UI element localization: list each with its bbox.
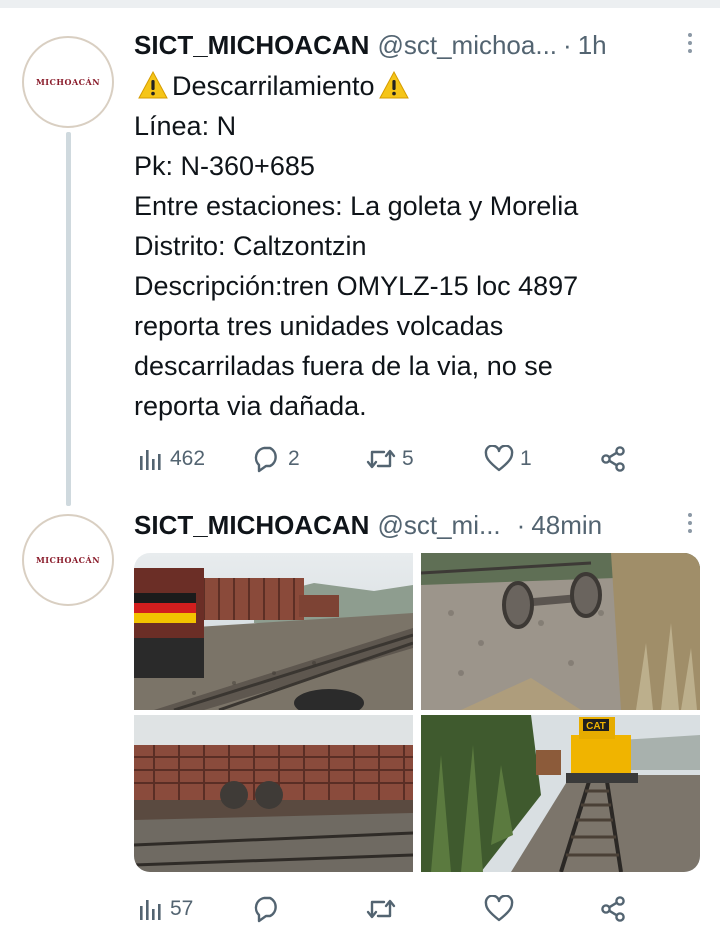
- text-line: Descripción:tren OMYLZ-15 loc 4897: [134, 271, 579, 301]
- reply-icon: [254, 896, 277, 923]
- display-name[interactable]: SICT_MICHOACAN: [134, 30, 369, 61]
- photo-2-image: [421, 553, 700, 710]
- avatar-logo-text: MICHOACÁN: [35, 555, 101, 565]
- tweet-1[interactable]: MICHOACÁN SICT_MICHOACAN @sct_michoa... …: [0, 0, 720, 506]
- like-icon: [484, 895, 514, 922]
- photo-overturned-wagons[interactable]: [134, 715, 413, 872]
- photo-crane-on-track[interactable]: CAT: [421, 715, 700, 872]
- views-icon: [140, 450, 161, 470]
- views-count: 57: [170, 897, 194, 920]
- retweet-icon: [366, 449, 396, 469]
- photo-wheelset[interactable]: [421, 553, 700, 710]
- reply-icon: [254, 446, 277, 473]
- photo-1-image: [134, 553, 413, 710]
- avatar[interactable]: MICHOACÁN: [22, 514, 114, 606]
- views-count: 462: [170, 447, 206, 470]
- views-button[interactable]: 462: [138, 442, 205, 476]
- retweet-button[interactable]: 5: [366, 442, 414, 476]
- like-button[interactable]: [484, 892, 514, 926]
- like-count: 1: [520, 447, 532, 470]
- timestamp[interactable]: 1h: [578, 30, 607, 61]
- photo-3-image: [134, 715, 413, 872]
- warning-icon: [138, 71, 168, 99]
- views-button[interactable]: 57: [138, 892, 193, 926]
- text-line: Pk: N-360+685: [134, 151, 315, 181]
- user-handle[interactable]: @sct_michoa...: [377, 30, 557, 61]
- reply-button[interactable]: 2: [252, 442, 300, 476]
- more-icon[interactable]: [686, 510, 694, 540]
- share-button[interactable]: [600, 892, 628, 926]
- warning-icon: [378, 71, 409, 99]
- tweet-text: Descarrilamiento Línea: N Pk: N-360+685 …: [134, 66, 694, 426]
- tweet-header: SICT_MICHOACAN @sct_mi... · 48min: [134, 508, 694, 542]
- text-line: reporta tres unidades volcadas: [134, 311, 504, 341]
- like-button[interactable]: 1: [484, 442, 532, 476]
- more-icon[interactable]: [686, 30, 694, 60]
- share-button[interactable]: [600, 442, 628, 476]
- text-line: Entre estaciones: La goleta y Morelia: [134, 191, 579, 221]
- text-line: reporta via dañada.: [134, 391, 367, 421]
- reply-count: 2: [288, 447, 300, 470]
- retweet-button[interactable]: [366, 892, 396, 926]
- text-line: Distrito: Caltzontzin: [134, 231, 367, 261]
- avatar[interactable]: MICHOACÁN: [22, 36, 114, 128]
- photo-4-image: CAT: [421, 715, 700, 872]
- thread-line: [66, 132, 71, 506]
- retweet-icon: [366, 899, 396, 919]
- retweet-count: 5: [402, 447, 414, 470]
- user-handle[interactable]: @sct_mi...: [377, 510, 500, 541]
- separator-dot: ·: [563, 29, 572, 60]
- photo-derailed-wagons[interactable]: [134, 553, 413, 710]
- share-icon: [601, 446, 625, 472]
- tweet-header: SICT_MICHOACAN @sct_michoa... · 1h: [134, 28, 694, 62]
- avatar-logo-text: MICHOACÁN: [35, 77, 101, 87]
- tweet-actions: 57: [134, 892, 634, 926]
- text-line-title: Descarrilamiento: [134, 66, 694, 106]
- text-line: Línea: N: [134, 111, 237, 141]
- share-icon: [601, 896, 625, 922]
- tweet-actions: 462 2 5 1: [134, 442, 634, 476]
- photo-grid: CAT: [134, 553, 700, 872]
- display-name[interactable]: SICT_MICHOACAN: [134, 510, 369, 541]
- crane-logo-text: CAT: [586, 721, 606, 732]
- timestamp[interactable]: 48min: [531, 510, 602, 541]
- text-line: descarriladas fuera de la via, no se: [134, 351, 553, 381]
- reply-button[interactable]: [252, 892, 282, 926]
- like-icon: [484, 445, 514, 472]
- views-icon: [140, 900, 161, 920]
- separator-dot: ·: [516, 509, 526, 540]
